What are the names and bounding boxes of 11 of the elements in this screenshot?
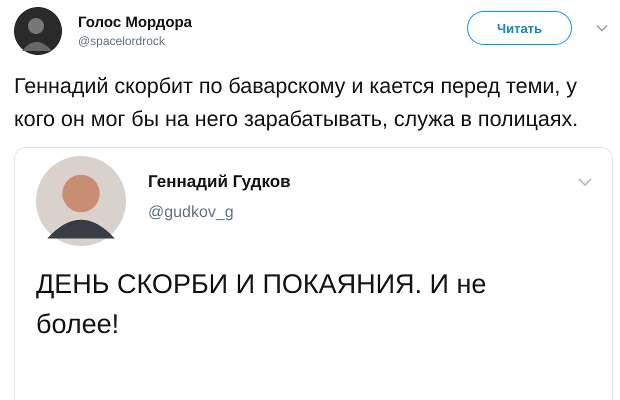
quoted-tweet-text: ДЕНЬ СКОРБИ И ПОКАЯНИЯ. И не более! [36, 268, 488, 341]
author-handle: @spacelordrock [78, 34, 166, 48]
chevron-down-icon[interactable] [596, 24, 608, 32]
chevron-down-icon[interactable] [578, 178, 592, 186]
author-name: Геннадий Гудков [148, 172, 292, 192]
quoted-tweet-card[interactable]: Геннадий Гудков @gudkov_g ДЕНЬ СКОРБИ И ПОКАЯНИЯ. И не более! [14, 147, 613, 400]
follow-button[interactable]: Читать [467, 11, 572, 45]
author-handle: @gudkov_g [148, 204, 235, 222]
avatar [14, 7, 62, 55]
tweet-text: Геннадий скорбит по баварскому и кается перед теми, у кого он мог бы на него зарабатывать, служа в полицаях. [14, 73, 579, 133]
author-name: Голос Мордора [78, 14, 193, 31]
